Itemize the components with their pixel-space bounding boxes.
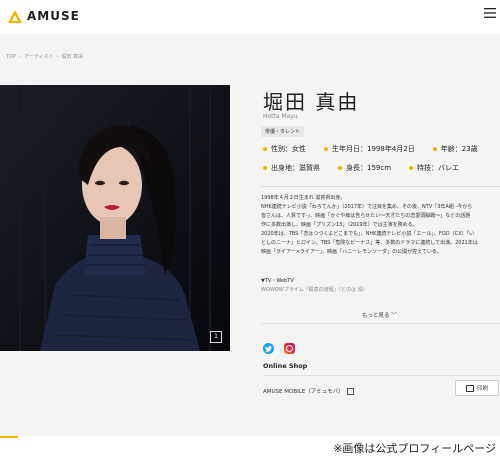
fact-skill: 特技：バレエ bbox=[409, 163, 459, 173]
instagram-icon[interactable] bbox=[284, 343, 295, 354]
bullet-dot-icon bbox=[338, 166, 342, 170]
divider bbox=[261, 186, 500, 187]
facts-row: 出身地：滋賀県 身長：159cm 特技：バレエ bbox=[263, 163, 478, 173]
amuse-mobile-label: AMUSE MOBILE（アミュモバ） bbox=[263, 389, 344, 395]
print-button[interactable]: 印刷 bbox=[455, 380, 499, 396]
bullet-dot-icon bbox=[324, 147, 328, 151]
fact-gender: 性別：女性 bbox=[263, 144, 306, 154]
print-label: 印刷 bbox=[476, 386, 488, 392]
bio-line: 1998年４月２日生まれ 滋賀県出身。 bbox=[261, 195, 346, 201]
bio-line: NHK連続テレビ小説「わろてんか」（2017年）で注目を集め、その後、NTV「3… bbox=[261, 204, 473, 210]
amuse-logo[interactable]: AMUSE bbox=[8, 9, 80, 23]
instagram-lens-icon bbox=[286, 345, 293, 352]
portrait-image bbox=[0, 85, 230, 351]
twitter-bird-icon bbox=[265, 345, 272, 352]
fact-age: 年齢：23歳 bbox=[432, 144, 478, 154]
breadcrumb-separator: › bbox=[56, 54, 59, 60]
bio-line: 2020年は、TBS「恋はつづくよどこまでも」、NHK連続テレビ小説「エール」、… bbox=[261, 231, 475, 237]
profile-photo: 1 bbox=[0, 85, 230, 351]
external-link-icon bbox=[346, 388, 354, 395]
amuse-mobile-link[interactable]: AMUSE MOBILE（アミュモバ） bbox=[263, 387, 354, 395]
fact-age-text: 年齢：23歳 bbox=[440, 145, 478, 153]
fact-birthplace-text: 出身地：滋賀県 bbox=[271, 164, 320, 172]
works-heading: ▼TV・WebTV bbox=[261, 278, 294, 284]
fact-height: 身長：159cm bbox=[338, 163, 391, 173]
breadcrumb-separator: › bbox=[19, 54, 22, 60]
site-header: AMUSE bbox=[0, 0, 500, 34]
artist-name: 堀田 真由 bbox=[263, 90, 360, 114]
fact-birthday: 生年月日：1998年4月2日 bbox=[324, 144, 415, 154]
bio-line: 作に多数出演し、映画「プリズン13」（2019年）では主演を務める。 bbox=[261, 222, 418, 228]
breadcrumb-top[interactable]: TOP bbox=[6, 54, 16, 60]
fact-skill-text: 特技：バレエ bbox=[417, 164, 460, 172]
twitter-icon[interactable] bbox=[263, 343, 274, 354]
fact-height-text: 身長：159cm bbox=[346, 164, 392, 172]
page: AMUSE TOP › アーティスト › 堀田 真由 1 堀田 真由 Hotta… bbox=[0, 0, 500, 460]
footer-accent bbox=[0, 436, 18, 438]
bio-line: 映画「ライアー×ライアー」、映画「ハニーレモンソーダ」の公開が控えている。 bbox=[261, 249, 442, 255]
artist-name-roman: Hotta Mayu bbox=[263, 113, 298, 120]
facts-row: 性別：女性 生年月日：1998年4月2日 年齢：23歳 bbox=[263, 144, 478, 154]
breadcrumb-current: 堀田 真由 bbox=[61, 54, 84, 60]
image-caption: ※画像は公式プロフィールページ bbox=[333, 442, 496, 455]
hamburger-icon[interactable] bbox=[484, 7, 496, 19]
bullet-dot-icon bbox=[432, 147, 437, 151]
logo-text: AMUSE bbox=[27, 9, 80, 23]
fact-birthplace: 出身地：滋賀県 bbox=[263, 163, 320, 173]
biography: 1998年４月２日生まれ 滋賀県出身。 NHK連続テレビ小説「わろてんか」（20… bbox=[261, 194, 499, 257]
works-item: WOWOWプライム「殺意の道程」（どのは 役） bbox=[261, 287, 368, 293]
bio-line: としのニーナ」ヒロイン、TBS「危険なビーナス」等、多数のドラマに連続して出演。… bbox=[261, 240, 478, 246]
profile-facts: 性別：女性 生年月日：1998年4月2日 年齢：23歳 出身地：滋賀県 身長：1… bbox=[263, 144, 478, 182]
amuse-logo-mark-icon bbox=[8, 9, 22, 23]
social-links bbox=[263, 343, 295, 354]
breadcrumb-artist[interactable]: アーティスト bbox=[24, 54, 53, 60]
divider bbox=[261, 323, 500, 324]
fact-birthday-text: 生年月日：1998年4月2日 bbox=[332, 145, 415, 153]
bullet-dot-icon bbox=[263, 166, 267, 170]
online-shop-heading: Online Shop bbox=[263, 362, 308, 370]
breadcrumb: TOP › アーティスト › 堀田 真由 bbox=[6, 53, 86, 60]
bullet-dot-icon bbox=[409, 166, 414, 170]
more-button[interactable]: もっと見る ﹀ bbox=[362, 311, 397, 319]
divider bbox=[263, 375, 500, 376]
category-badge: 俳優・タレント bbox=[261, 126, 305, 137]
bio-line: 皆さんは、人質です‐」、映画「かぐや様は告らせたい～天才たちの恋愛頭脳戦～」など… bbox=[261, 213, 471, 219]
photo-counter[interactable]: 1 bbox=[210, 331, 222, 343]
bullet-dot-icon bbox=[263, 147, 267, 151]
printer-icon bbox=[465, 384, 474, 392]
works-section: ▼TV・WebTV WOWOWプライム「殺意の道程」（どのは 役） bbox=[261, 277, 368, 295]
fact-gender-text: 性別：女性 bbox=[271, 145, 306, 153]
